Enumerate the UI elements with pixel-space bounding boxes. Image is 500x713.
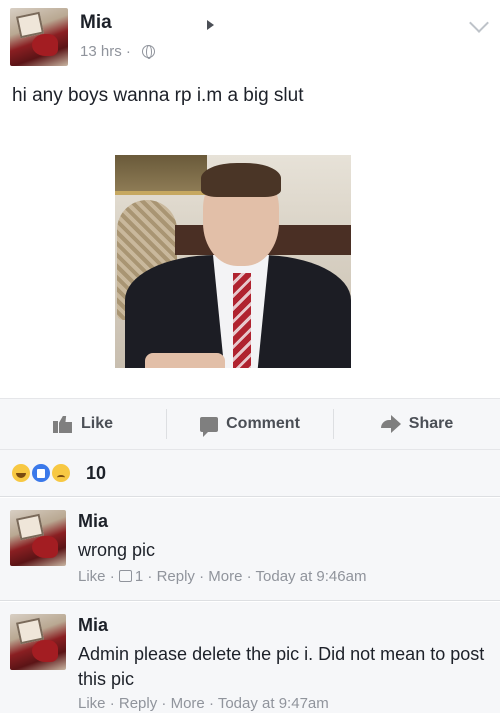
sad-icon: [50, 462, 72, 484]
photo-tie: [233, 273, 251, 368]
comment-time[interactable]: Today at 9:46am: [256, 568, 367, 585]
like-button[interactable]: Like: [0, 399, 166, 449]
like-label: Like: [80, 415, 113, 432]
arrow-right-icon: [207, 20, 214, 30]
comment-text: Admin please delete the pic i. Did not m…: [78, 644, 485, 689]
globe-icon: [142, 45, 155, 59]
comment-meta: Like · Reply · More · Today at 9:47am: [78, 695, 329, 712]
avatar[interactable]: [10, 510, 66, 566]
share-button[interactable]: Share: [334, 399, 500, 449]
post-author[interactable]: Mia: [80, 12, 112, 34]
comment-like-link[interactable]: Like: [78, 568, 106, 585]
comment: Mia wrong pic Like · 1 · Reply · More · …: [0, 498, 500, 601]
thumbs-up-icon: [52, 415, 73, 433]
comment-meta: Like · 1 · Reply · More · Today at 9:46a…: [78, 568, 367, 585]
reaction-count: 10: [86, 463, 107, 483]
comment-icon: [200, 416, 219, 437]
like-icon: [30, 462, 52, 484]
comment-reply-link[interactable]: Reply: [157, 568, 195, 585]
comment-label: Comment: [226, 415, 300, 432]
post-header: Mia 13 hrs ·: [0, 0, 500, 70]
share-icon: [380, 415, 401, 433]
reactions-bar[interactable]: 10: [0, 450, 500, 497]
chevron-down-icon[interactable]: [469, 13, 489, 33]
comment-time[interactable]: Today at 9:47am: [218, 695, 329, 712]
avatar[interactable]: [10, 8, 68, 66]
comment-like-link[interactable]: Like: [78, 695, 106, 712]
photo-hand: [145, 353, 225, 368]
share-label: Share: [408, 415, 454, 432]
comment-reply-link[interactable]: Reply: [119, 695, 157, 712]
comment-author[interactable]: Mia: [78, 615, 108, 636]
comment: Mia Admin please delete the pic i. Did n…: [0, 602, 500, 713]
photo-wall-frame: [115, 155, 207, 195]
haha-icon: [10, 462, 32, 484]
post-time[interactable]: 13 hrs ·: [80, 43, 131, 60]
thumbs-up-icon: [118, 570, 132, 582]
post-text: hi any boys wanna rp i.m a big slut: [12, 85, 304, 106]
comment-text: wrong pic: [78, 540, 156, 560]
comment-author[interactable]: Mia: [78, 511, 108, 532]
photo-hair: [201, 163, 281, 197]
comment-like-count: 1: [134, 568, 144, 585]
post-photo[interactable]: [115, 155, 351, 368]
comment-more-link[interactable]: More: [208, 568, 242, 585]
action-bar: Like Comment Share: [0, 398, 500, 450]
comment-button[interactable]: Comment: [167, 399, 333, 449]
avatar[interactable]: [10, 614, 66, 670]
comment-more-link[interactable]: More: [171, 695, 205, 712]
